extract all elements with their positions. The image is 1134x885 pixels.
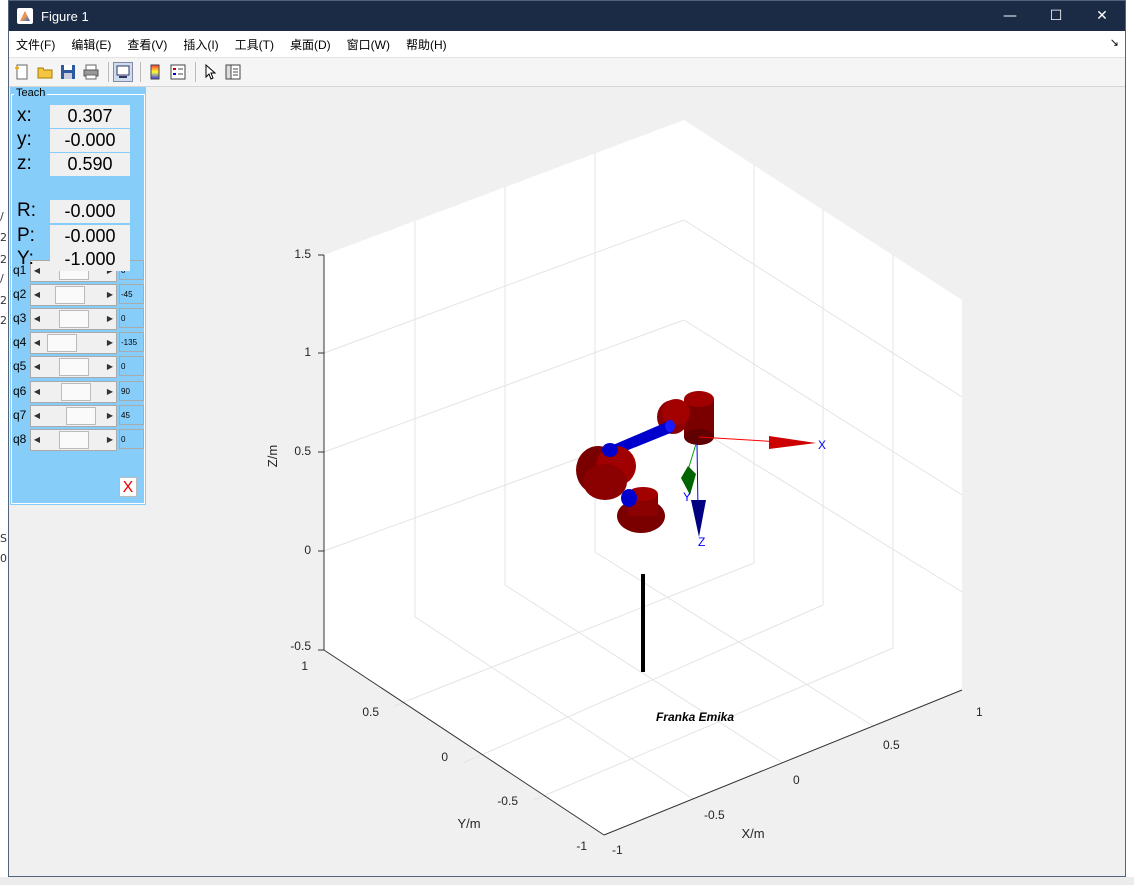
y-axis-label: Y/m xyxy=(457,816,480,831)
slider-thumb[interactable] xyxy=(55,286,85,304)
joint-value-field[interactable]: 0 xyxy=(119,308,144,328)
z-tick-label: -0.5 xyxy=(290,639,311,653)
y-tick-label: -0.5 xyxy=(497,794,518,808)
frame-x-label: X xyxy=(818,438,826,452)
z-tick-label: 1.5 xyxy=(294,247,311,261)
slider-left-arrow-icon[interactable]: ◀ xyxy=(31,406,43,426)
joint-label: q5 xyxy=(13,359,27,373)
x-tick-label: -1 xyxy=(612,843,623,857)
orientation-yaw-value: -1.000 xyxy=(50,247,130,271)
y-tick-label: 0 xyxy=(441,750,448,764)
slider-thumb[interactable] xyxy=(59,358,89,376)
slider-thumb[interactable] xyxy=(61,383,91,401)
joint-value-field[interactable]: -45 xyxy=(119,284,144,304)
joint-value-field[interactable]: 0 xyxy=(119,429,144,449)
joint-row: q2 ◀ ▶ -45 xyxy=(10,284,146,306)
robot-joint-wrist xyxy=(617,487,665,533)
joint-label: q2 xyxy=(13,287,27,301)
joint-label: q8 xyxy=(13,432,27,446)
robot-3d-plot[interactable]: 1.5 1 0.5 0 -0.5 1 0.5 0 -0.5 -1 1 0.5 0… xyxy=(0,0,1134,885)
joint-slider[interactable]: ◀ ▶ xyxy=(30,308,117,330)
orientation-roll-label: R: xyxy=(17,200,36,221)
orientation-roll-value: -0.000 xyxy=(50,199,130,223)
teach-panel-title: Teach xyxy=(14,87,48,99)
joint-label: q7 xyxy=(13,408,27,422)
slider-left-arrow-icon[interactable]: ◀ xyxy=(31,430,43,450)
joint-label: q6 xyxy=(13,384,27,398)
joint-slider[interactable]: ◀ ▶ xyxy=(30,429,117,451)
slider-right-arrow-icon[interactable]: ▶ xyxy=(104,285,116,305)
slider-right-arrow-icon[interactable]: ▶ xyxy=(104,382,116,402)
position-z-row: z: 0.590 xyxy=(17,152,130,176)
x-tick-label: 1 xyxy=(976,705,983,719)
position-x-value: 0.307 xyxy=(50,104,130,128)
slider-left-arrow-icon[interactable]: ◀ xyxy=(31,357,43,377)
z-tick-label: 0 xyxy=(304,543,311,557)
position-z-label: z: xyxy=(17,153,32,174)
slider-right-arrow-icon[interactable]: ▶ xyxy=(104,406,116,426)
orientation-roll-row: R: -0.000 xyxy=(17,199,130,223)
position-y-row: y: -0.000 xyxy=(17,128,130,152)
slider-right-arrow-icon[interactable]: ▶ xyxy=(104,309,116,329)
position-z-value: 0.590 xyxy=(50,152,130,176)
joint-value-field[interactable]: -135 xyxy=(119,332,144,352)
slider-left-arrow-icon[interactable]: ◀ xyxy=(31,309,43,329)
joint-row: q7 ◀ ▶ 45 xyxy=(10,405,146,427)
x-tick-label: 0 xyxy=(793,773,800,787)
position-x-label: x: xyxy=(17,105,32,126)
orientation-pitch-label: P: xyxy=(17,225,35,246)
z-tick-label: 0.5 xyxy=(294,444,311,458)
orientation-pitch-value: -0.000 xyxy=(50,224,130,248)
y-tick-label: -1 xyxy=(576,839,587,853)
slider-right-arrow-icon[interactable]: ▶ xyxy=(104,333,116,353)
slider-thumb[interactable] xyxy=(47,334,77,352)
robot-name-label: Franka Emika xyxy=(656,710,734,724)
axes-box xyxy=(318,120,963,836)
z-axis-label: Z/m xyxy=(265,445,280,467)
x-tick-label: -0.5 xyxy=(704,808,725,822)
joint-slider[interactable]: ◀ ▶ xyxy=(30,284,117,306)
slider-left-arrow-icon[interactable]: ◀ xyxy=(31,285,43,305)
joint-slider[interactable]: ◀ ▶ xyxy=(30,381,117,403)
x-axis-label: X/m xyxy=(741,826,764,841)
joint-row: q3 ◀ ▶ 0 xyxy=(10,308,146,330)
joint-row: q8 ◀ ▶ 0 xyxy=(10,429,146,451)
joint-value-field[interactable]: 45 xyxy=(119,405,144,425)
joint-slider[interactable]: ◀ ▶ xyxy=(30,332,117,354)
slider-right-arrow-icon[interactable]: ▶ xyxy=(104,357,116,377)
orientation-pitch-row: P: -0.000 xyxy=(17,224,130,248)
position-y-value: -0.000 xyxy=(50,128,130,152)
teach-panel: Teach x: 0.307 y: -0.000 z: 0.590 R: -0.… xyxy=(10,87,146,505)
joint-slider[interactable]: ◀ ▶ xyxy=(30,405,117,427)
slider-thumb[interactable] xyxy=(66,407,96,425)
z-tick-label: 1 xyxy=(304,345,311,359)
position-x-row: x: 0.307 xyxy=(17,104,130,128)
y-tick-label: 0.5 xyxy=(362,705,379,719)
tick-marks xyxy=(318,254,324,651)
x-tick-label: 0.5 xyxy=(883,738,900,752)
slider-left-arrow-icon[interactable]: ◀ xyxy=(31,333,43,353)
orientation-yaw-label: Y: xyxy=(17,248,34,269)
joint-row: q6 ◀ ▶ 90 xyxy=(10,381,146,403)
slider-right-arrow-icon[interactable]: ▶ xyxy=(104,430,116,450)
position-y-label: y: xyxy=(17,129,32,150)
joint-label: q4 xyxy=(13,335,27,349)
slider-left-arrow-icon[interactable]: ◀ xyxy=(31,382,43,402)
joint-value-field[interactable]: 0 xyxy=(119,356,144,376)
joint-label: q3 xyxy=(13,311,27,325)
frame-z-label: Z xyxy=(698,535,705,549)
joint-value-field[interactable]: 90 xyxy=(119,381,144,401)
teach-close-button[interactable]: X xyxy=(119,477,137,497)
joint-slider[interactable]: ◀ ▶ xyxy=(30,356,117,378)
slider-thumb[interactable] xyxy=(59,431,89,449)
y-tick-label: 1 xyxy=(301,659,308,673)
orientation-yaw-row: Y: -1.000 xyxy=(17,247,130,271)
joint-row: q5 ◀ ▶ 0 xyxy=(10,356,146,378)
frame-y-label: Y xyxy=(683,490,691,504)
joint-row: q4 ◀ ▶ -135 xyxy=(10,332,146,354)
slider-thumb[interactable] xyxy=(59,310,89,328)
